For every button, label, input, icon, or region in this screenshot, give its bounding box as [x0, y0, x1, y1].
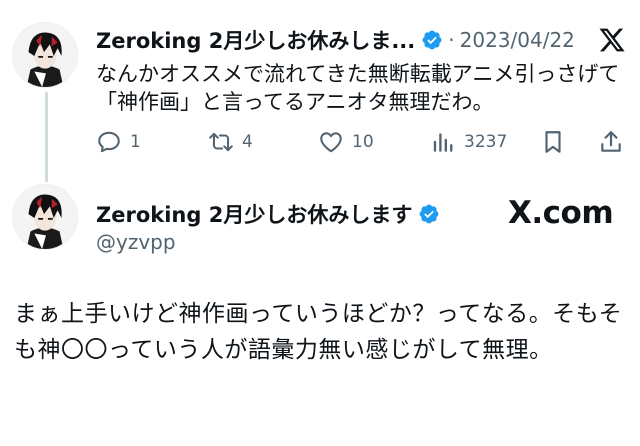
views-count: 3237	[464, 132, 508, 152]
quote-handle[interactable]: @yzvpp	[96, 230, 176, 254]
reply-button[interactable]: 1	[96, 124, 141, 160]
verified-badge-icon	[422, 30, 442, 50]
like-count: 10	[352, 132, 374, 152]
tweet-text: なんかオススメで流れてきた無断転載アニメ引っさげて「神作画」と言ってるアニオタ無…	[96, 62, 620, 114]
share-button[interactable]	[598, 124, 624, 160]
quote-author-name[interactable]: Zeroking 2月少しお休みします	[96, 199, 412, 229]
quote-header: Zeroking 2月少しお休みします	[96, 196, 440, 232]
avatar[interactable]	[12, 22, 78, 88]
share-icon	[601, 131, 621, 152]
thread-line	[45, 92, 48, 182]
views-icon	[433, 133, 453, 152]
tweet-date[interactable]: 2023/04/22	[460, 28, 575, 52]
retweet-icon	[209, 132, 233, 152]
author-name[interactable]: Zeroking 2月少しお休みしま...	[96, 25, 415, 55]
quote-avatar[interactable]	[12, 184, 78, 250]
x-logo-icon	[599, 28, 625, 52]
separator: ·	[448, 28, 455, 52]
quote-text: まぁ上手いけど神作画っていうほどか？ってなる。そもそも神〇〇っていう人が語彙力無…	[14, 301, 623, 363]
bookmark-button[interactable]	[540, 124, 566, 160]
heart-icon	[320, 132, 342, 153]
bookmark-icon	[545, 131, 561, 153]
retweet-count: 4	[242, 132, 253, 152]
like-button[interactable]: 10	[318, 124, 374, 160]
tweet-header: Zeroking 2月少しお休みしま... · 2023/04/22	[96, 20, 626, 60]
views-button[interactable]: 3237	[430, 124, 507, 160]
reply-count: 1	[130, 132, 141, 152]
source-label: X.com	[508, 195, 614, 231]
retweet-button[interactable]: 4	[208, 124, 253, 160]
verified-badge-icon	[419, 204, 439, 224]
reply-icon	[98, 131, 120, 153]
tweet-actions: 1 4 10 3237	[96, 124, 626, 160]
